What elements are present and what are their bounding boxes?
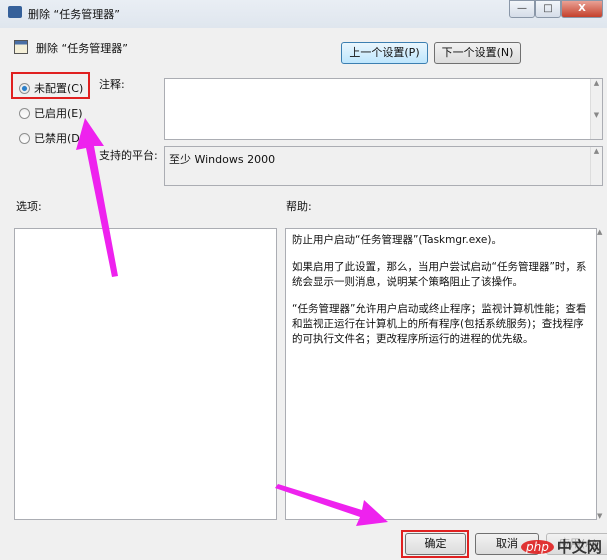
watermark-logo: php 中文网 [521,536,602,557]
arrow-to-not-configured [76,118,118,277]
arrow-to-ok [275,484,388,526]
annotation-arrows [76,118,388,526]
